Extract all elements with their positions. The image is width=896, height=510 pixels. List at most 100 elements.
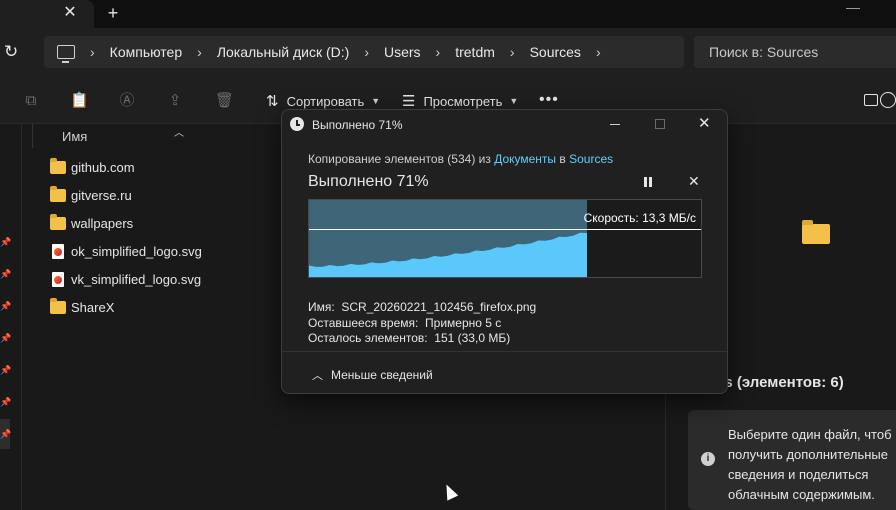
speed-label: Скорость: 13,3 МБ/с xyxy=(583,211,696,225)
list-item[interactable]: ok_simplified_logo.svg xyxy=(22,237,280,265)
dialog-body: Копирование элементов (534) из Документы… xyxy=(282,140,727,351)
copy-progress-dialog: Выполнено 71% ✕ Копирование элементов (5… xyxy=(281,109,728,394)
list-item[interactable]: github.com xyxy=(22,153,280,181)
less-details-button[interactable]: Меньше сведений xyxy=(331,368,433,382)
refresh-icon[interactable]: ↻ xyxy=(4,42,22,62)
detail-items-row: Осталось элементов: 151 (33,0 МБ) xyxy=(308,331,510,345)
pin-icon[interactable]: 📌 xyxy=(0,366,11,375)
list-item[interactable]: ShareX xyxy=(22,293,280,321)
cancel-copy-button[interactable]: ✕ xyxy=(688,173,700,190)
new-tab-button[interactable]: + xyxy=(104,3,122,23)
pin-icon[interactable]: 📌 xyxy=(0,334,11,343)
breadcrumb-item-users[interactable]: Users xyxy=(384,44,421,60)
more-options-button[interactable]: ••• xyxy=(539,91,559,109)
share-icon[interactable]: ⇪ xyxy=(166,92,184,110)
sort-label: Сортировать xyxy=(286,93,365,109)
chevron-right-icon[interactable]: › xyxy=(90,44,95,60)
detail-time-row: Оставшееся время: Примерно 5 с xyxy=(308,316,501,330)
chevron-up-icon[interactable]: ︿ xyxy=(312,367,323,383)
list-item[interactable]: vk_simplified_logo.svg xyxy=(22,265,280,293)
source-folder-link[interactable]: Документы xyxy=(494,152,556,166)
file-name: gitverse.ru xyxy=(71,187,132,203)
copy-icon[interactable]: ⧉ xyxy=(22,92,40,110)
current-speed-line xyxy=(309,229,701,230)
chevron-right-icon[interactable]: › xyxy=(436,44,441,60)
chevron-down-icon: ▼ xyxy=(371,96,381,106)
info-icon: i xyxy=(701,452,715,466)
address-bar-row: ↻ › Компьютер › Локальный диск (D:) › Us… xyxy=(0,28,896,78)
delete-icon[interactable]: 🗑 xyxy=(215,92,234,110)
list-item[interactable]: wallpapers xyxy=(22,209,280,237)
breadcrumb-item-disk[interactable]: Локальный диск (D:) xyxy=(217,44,350,60)
breadcrumb[interactable]: › Компьютер › Локальный диск (D:) › User… xyxy=(44,36,684,68)
name-label: Имя: xyxy=(308,300,335,314)
svg-file-icon xyxy=(52,243,64,259)
chevron-right-icon[interactable]: › xyxy=(197,44,202,60)
sort-ascending-icon: ︿ xyxy=(174,128,184,139)
file-name: github.com xyxy=(71,159,135,175)
svg-file-icon xyxy=(52,271,64,287)
view-icon: ☰ xyxy=(402,93,416,110)
list-item[interactable]: gitverse.ru xyxy=(22,181,280,209)
pause-icon[interactable] xyxy=(642,176,654,188)
copy-description: Копирование элементов (534) из Документы… xyxy=(308,152,613,166)
tab-strip: ✕ + xyxy=(0,0,896,28)
folder-icon xyxy=(50,297,66,314)
folder-icon xyxy=(50,157,66,174)
pin-icon[interactable]: 📌 xyxy=(0,270,11,279)
file-name: ok_simplified_logo.svg xyxy=(71,243,202,259)
breadcrumb-item-sources[interactable]: Sources xyxy=(530,44,581,60)
dialog-close-button[interactable]: ✕ xyxy=(698,114,711,132)
breadcrumb-item-user[interactable]: tretdm xyxy=(455,44,495,60)
breadcrumb-item-computer[interactable]: Компьютер xyxy=(110,44,182,60)
details-pane-icon[interactable] xyxy=(864,94,878,106)
dialog-footer: ︿ Меньше сведений xyxy=(282,351,727,393)
dialog-maximize-button xyxy=(655,119,665,129)
computer-icon[interactable] xyxy=(57,45,75,63)
items-label: Осталось элементов: xyxy=(308,331,428,345)
folder-icon xyxy=(50,185,66,202)
folder-icon xyxy=(50,213,66,230)
details-info-text: Выберите один файл, чтоб получить дополн… xyxy=(728,427,892,502)
search-input[interactable]: Поиск в: Sources xyxy=(694,36,896,68)
clock-icon xyxy=(290,117,304,131)
speed-graph: Скорость: 13,3 МБ/с xyxy=(308,199,702,278)
detail-name-row: Имя: SCR_20260221_102456_firefox.png xyxy=(308,300,536,314)
chevron-right-icon[interactable]: › xyxy=(510,44,515,60)
copy-middle: в xyxy=(556,152,570,166)
details-info-card: i Выберите один файл, чтоб получить допо… xyxy=(688,410,896,510)
rename-icon[interactable]: Ⓐ xyxy=(118,92,136,110)
tab-close-icon[interactable]: ✕ xyxy=(62,4,78,22)
view-label: Просмотреть xyxy=(423,93,503,109)
dialog-titlebar[interactable]: Выполнено 71% ✕ xyxy=(282,110,727,140)
pin-icon[interactable]: 📌 xyxy=(0,398,11,407)
sort-icon: ⇅ xyxy=(266,93,279,110)
pin-icon[interactable]: 📌 xyxy=(0,430,11,439)
time-label: Оставшееся время: xyxy=(308,316,419,330)
minimize-window-button[interactable] xyxy=(846,8,860,9)
chevron-right-icon[interactable]: › xyxy=(364,44,369,60)
navigation-pane: 📌 📌 📌 📌 📌 📌 📌 xyxy=(0,124,22,510)
copy-prefix: Копирование элементов (534) из xyxy=(308,152,495,166)
destination-folder-link[interactable]: Sources xyxy=(569,152,613,166)
file-name: vk_simplified_logo.svg xyxy=(71,271,202,287)
tab-active[interactable]: ✕ xyxy=(0,0,94,28)
column-divider[interactable] xyxy=(32,124,33,148)
folder-preview-icon xyxy=(802,220,830,244)
list-header: ︿ Имя xyxy=(22,124,282,148)
paste-icon[interactable]: 📋 xyxy=(70,92,89,110)
items-value: 151 (33,0 МБ) xyxy=(434,331,511,345)
progress-status: Выполнено 71% xyxy=(308,173,429,190)
dialog-minimize-button[interactable] xyxy=(610,124,620,125)
details-title: es (элементов: 6) xyxy=(716,374,844,391)
file-name: ShareX xyxy=(71,299,115,315)
pin-icon[interactable]: 📌 xyxy=(0,238,11,247)
chevron-right-icon[interactable]: › xyxy=(596,44,601,60)
speed-area-path xyxy=(309,232,587,277)
mouse-cursor-icon xyxy=(441,481,459,501)
column-header-name[interactable]: Имя xyxy=(62,129,87,144)
time-value: Примерно 5 с xyxy=(425,316,502,330)
name-value: SCR_20260221_102456_firefox.png xyxy=(341,300,537,314)
pin-icon[interactable]: 📌 xyxy=(0,302,11,311)
details-button[interactable] xyxy=(880,92,896,108)
